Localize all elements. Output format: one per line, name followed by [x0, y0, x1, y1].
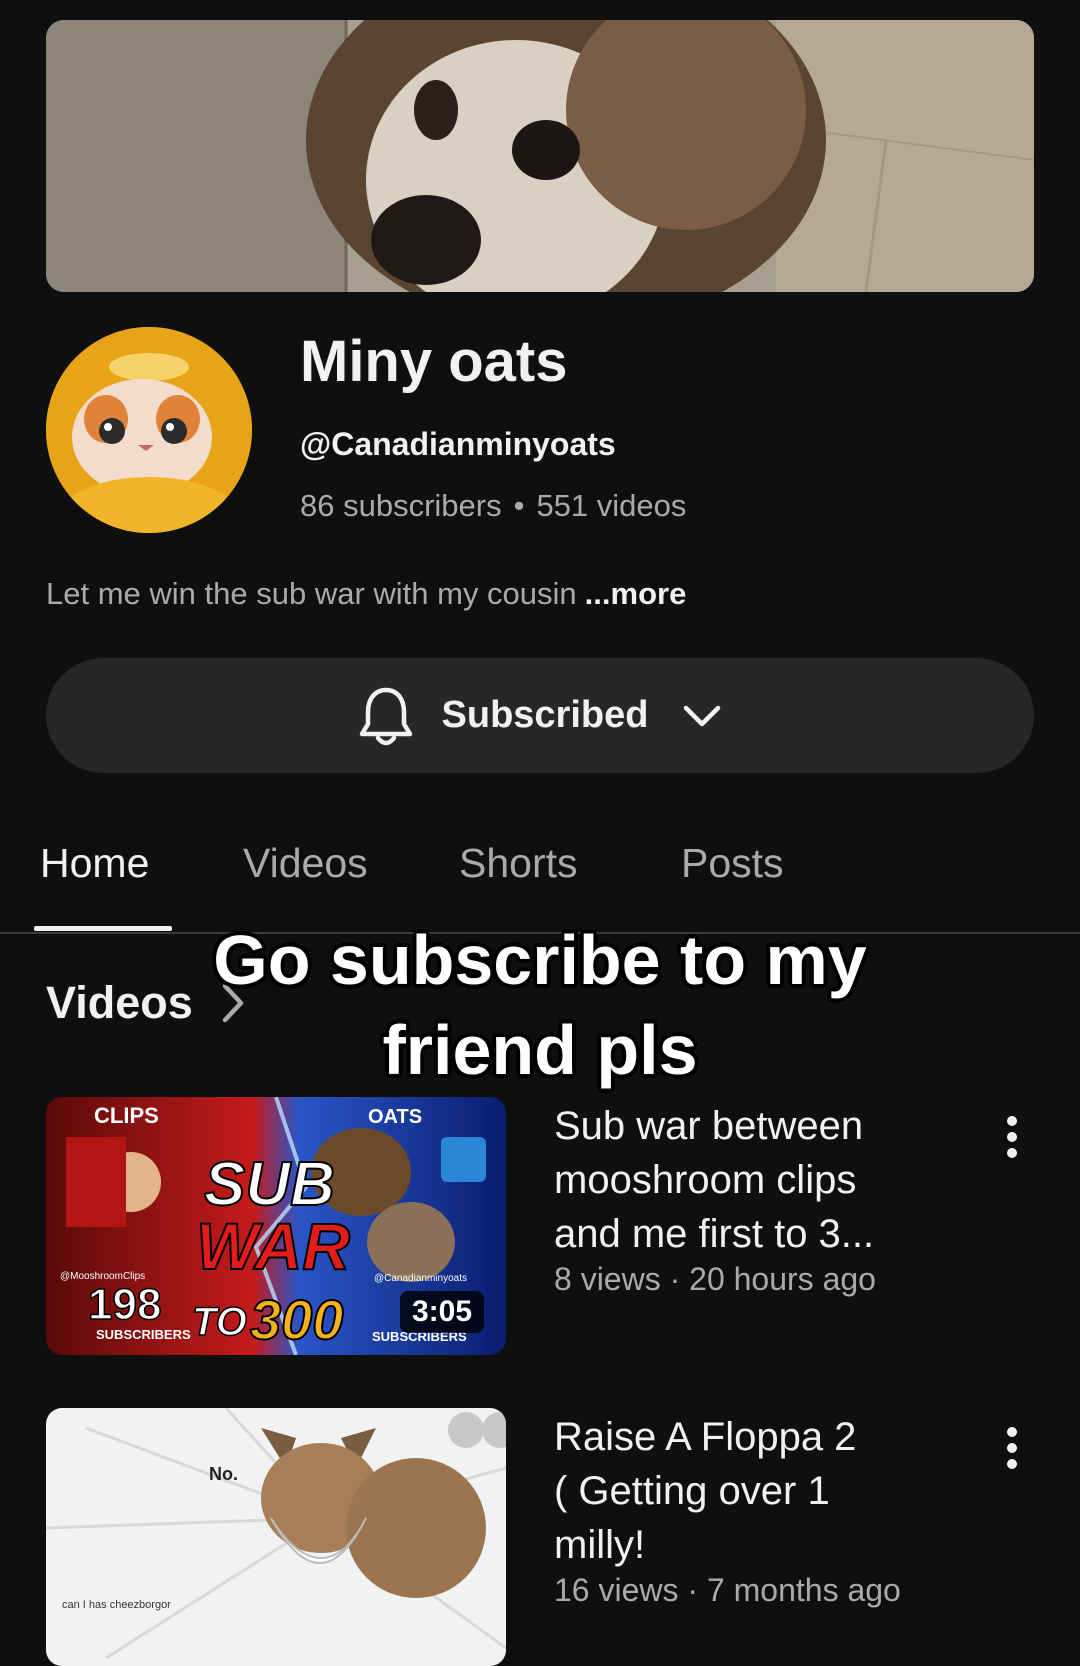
- thumb-no-text: No.: [209, 1464, 238, 1484]
- video-thumbnail[interactable]: No. can I has cheezborgor: [46, 1408, 506, 1666]
- channel-name: Miny oats: [300, 329, 568, 394]
- banner-dog-image: [46, 20, 1034, 292]
- video-duration: 3:05: [399, 1291, 484, 1333]
- channel-handle: @Canadianminyoats: [300, 426, 616, 462]
- thumb-cheezborgor-text: can I has cheezborgor: [62, 1599, 171, 1611]
- tab-shorts[interactable]: Shorts: [459, 840, 578, 887]
- channel-avatar[interactable]: [46, 327, 252, 533]
- thumb-198-text: 198: [88, 1280, 161, 1329]
- stats-separator: •: [513, 488, 525, 523]
- avatar-cat-costume-image: [46, 327, 252, 533]
- video-title-line: and me first to 3...: [554, 1212, 875, 1256]
- video-title-line: milly!: [554, 1523, 646, 1567]
- thumb-clips-text: CLIPS: [94, 1103, 159, 1128]
- chevron-down-icon: [684, 705, 721, 726]
- video-meta: 8 views · 20 hours ago: [554, 1261, 876, 1297]
- subscribed-label: Subscribed: [441, 694, 649, 736]
- video-title[interactable]: Sub war between mooshroom clips and me f…: [554, 1099, 934, 1261]
- video-meta: 16 views · 7 months ago: [554, 1572, 901, 1608]
- video-title[interactable]: Raise A Floppa 2 ( Getting over 1 milly!: [554, 1410, 934, 1572]
- floppa-thumbnail-image: No. can I has cheezborgor: [46, 1408, 506, 1666]
- thumb-300-text: 300: [250, 1288, 343, 1351]
- thumb-oats-text: OATS: [368, 1106, 422, 1128]
- more-options-icon[interactable]: [1006, 1426, 1018, 1470]
- tab-home[interactable]: Home: [40, 840, 149, 887]
- video-title-line: mooshroom clips: [554, 1158, 857, 1202]
- overlay-caption-line: friend pls: [382, 1011, 698, 1089]
- video-title-line: ( Getting over 1: [554, 1469, 830, 1513]
- description-text: Let me win the sub war with my cousin: [46, 576, 577, 611]
- video-count: 551 videos: [536, 488, 687, 523]
- video-item[interactable]: No. can I has cheezborgor Raise A Floppa…: [46, 1408, 1034, 1666]
- overlay-caption: Go subscribe to my friend pls: [0, 915, 1080, 1095]
- thumb-minyoats-handle: @Canadianminyoats: [374, 1273, 467, 1284]
- channel-stats: 86 subscribers • 551 videos: [300, 488, 686, 524]
- more-link[interactable]: ...more: [585, 576, 687, 611]
- subscribed-button[interactable]: Subscribed: [46, 658, 1034, 773]
- channel-description[interactable]: Let me win the sub war with my cousin...…: [46, 576, 686, 612]
- video-item[interactable]: CLIPS OATS SUB WAR @MooshroomClips 198 S…: [46, 1097, 1034, 1357]
- overlay-caption-line: Go subscribe to my: [213, 921, 867, 999]
- tab-posts[interactable]: Posts: [681, 840, 784, 887]
- video-thumbnail[interactable]: CLIPS OATS SUB WAR @MooshroomClips 198 S…: [46, 1097, 506, 1355]
- video-title-line: Raise A Floppa 2: [554, 1415, 857, 1459]
- bell-icon: [359, 687, 412, 745]
- more-options-icon[interactable]: [1006, 1115, 1018, 1159]
- thumb-subs-left: SUBSCRIBERS: [96, 1327, 191, 1342]
- thumb-war-text: WAR: [196, 1209, 350, 1283]
- video-title-line: Sub war between: [554, 1104, 864, 1148]
- tab-videos[interactable]: Videos: [243, 840, 368, 887]
- subscriber-count: 86 subscribers: [300, 488, 502, 523]
- thumb-to-text: TO: [192, 1300, 247, 1344]
- channel-banner: [46, 20, 1034, 292]
